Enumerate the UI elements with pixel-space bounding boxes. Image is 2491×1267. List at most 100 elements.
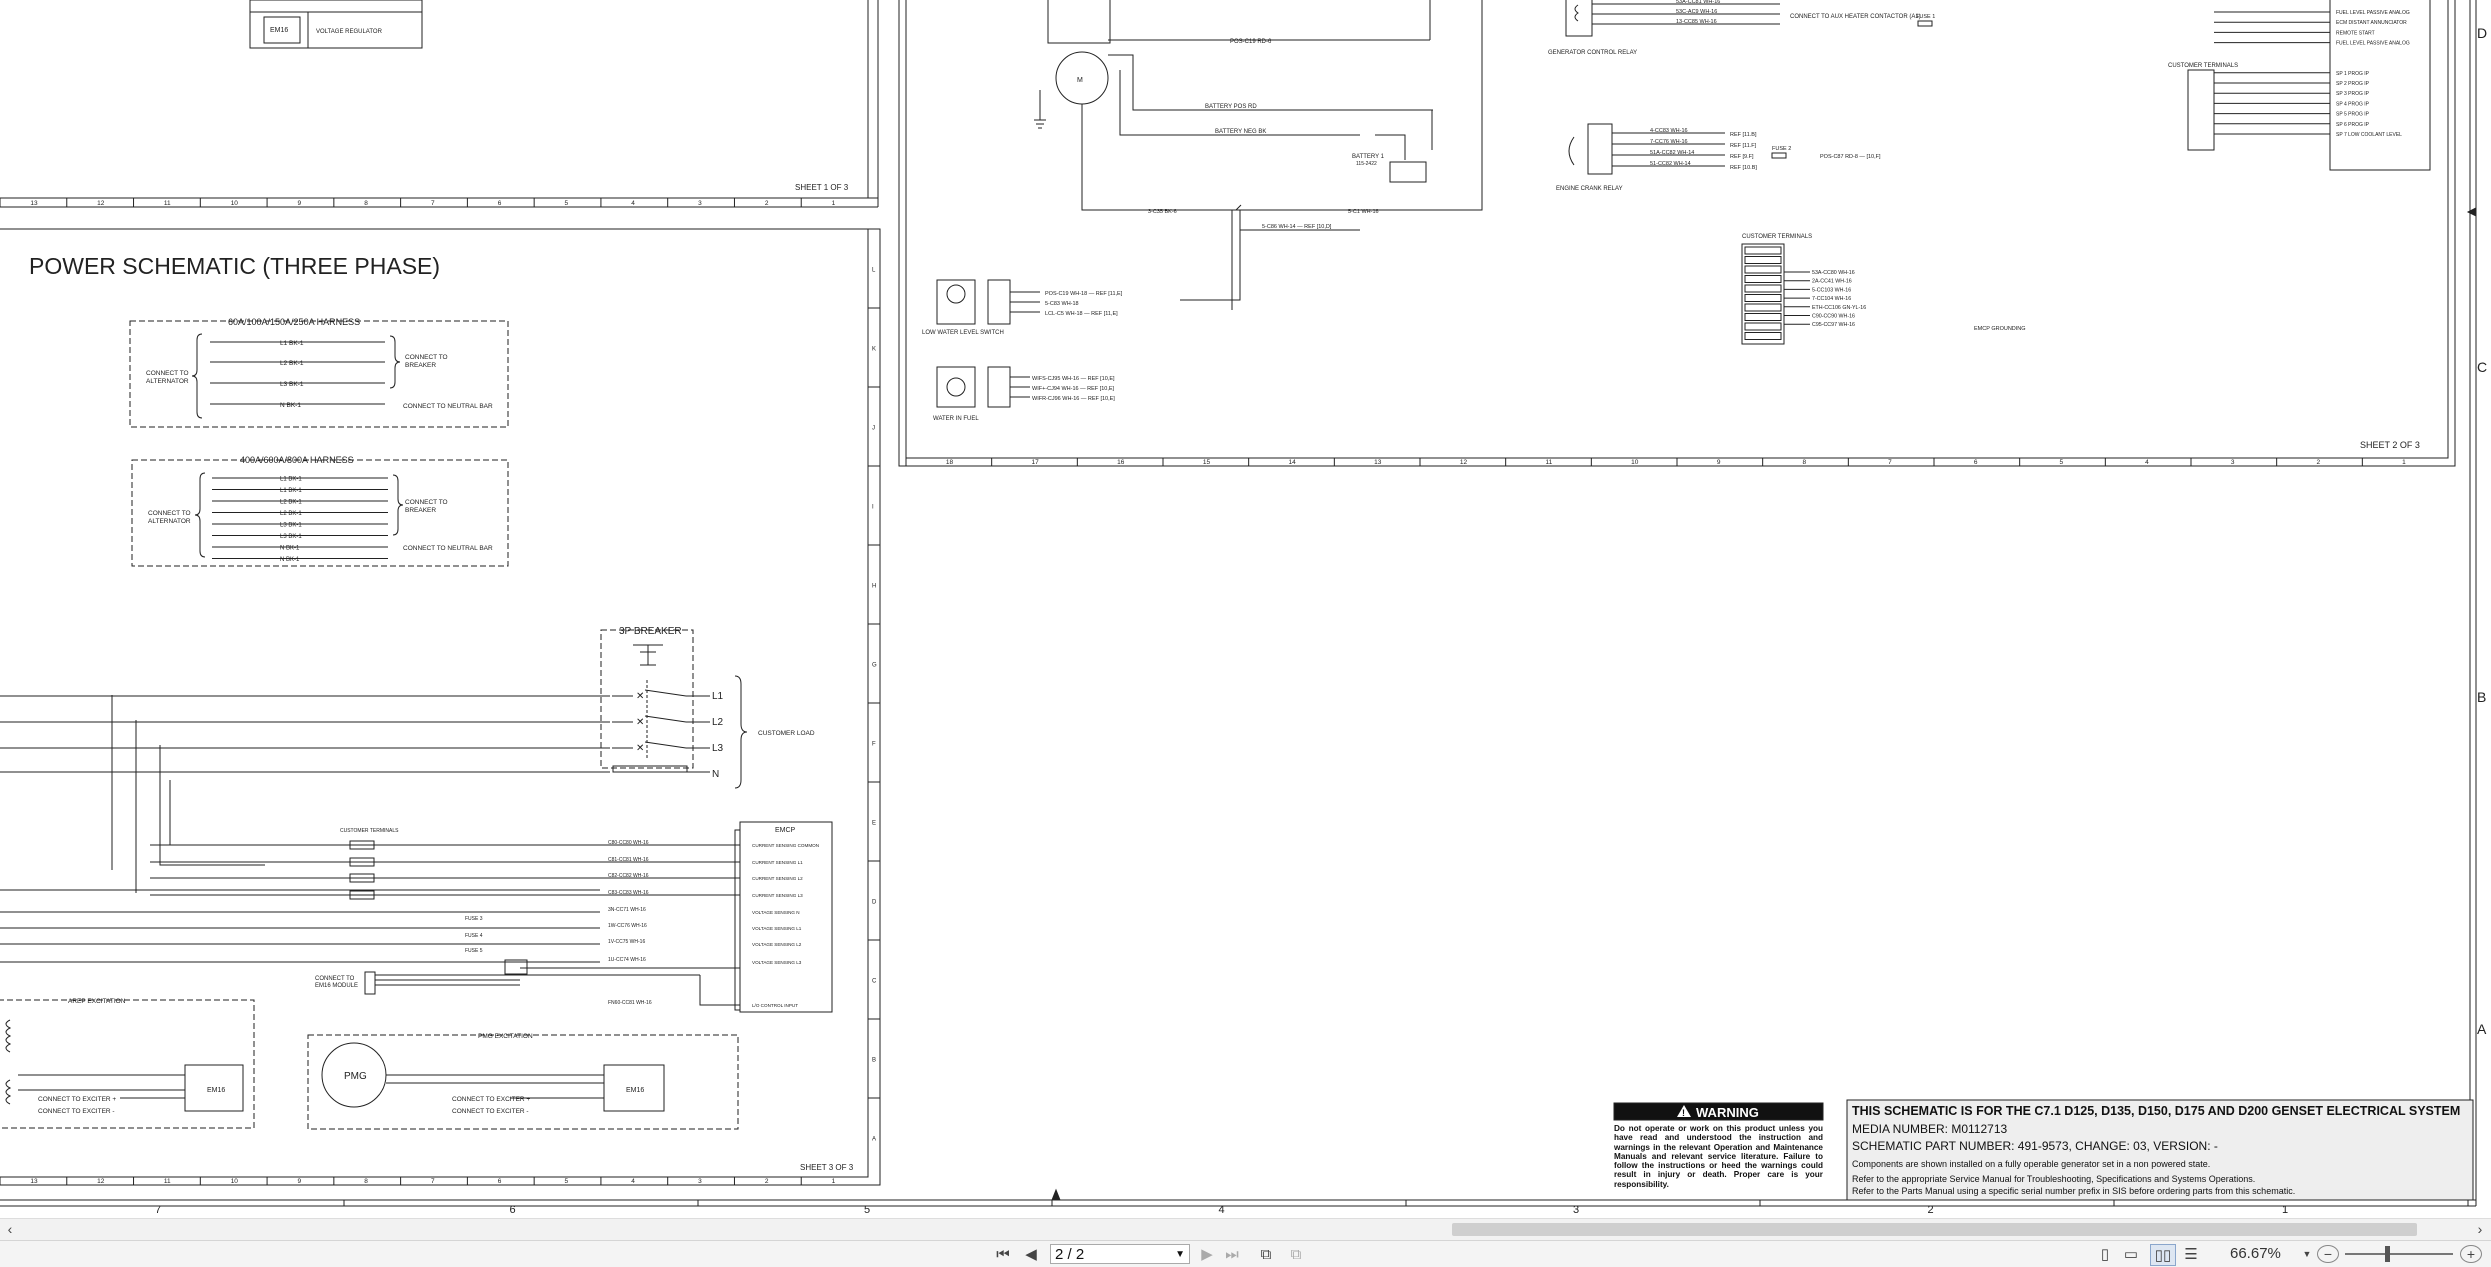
svg-text:EM16 MODULE: EM16 MODULE	[315, 983, 358, 989]
ct2-wire-label: C90-CC90 WH-16	[1812, 314, 1855, 320]
zoom-slider-handle[interactable]	[2385, 1246, 2390, 1262]
page-dropdown-icon[interactable]: ▼	[1175, 1245, 1185, 1265]
ruler-number: 4	[2145, 459, 2149, 466]
frame-row-letter: A	[2477, 1021, 2487, 1037]
svg-text:CONNECT TO: CONNECT TO	[405, 354, 448, 361]
frame-row-letter: C	[2477, 359, 2487, 375]
side-letter: E	[872, 821, 876, 827]
ct2-wire-label: 2A-CC41 WH-16	[1812, 279, 1852, 285]
svg-text:WIF+-CJ94 WH-16 — REF [10,E]: WIF+-CJ94 WH-16 — REF [10,E]	[1032, 386, 1115, 392]
scroll-left-icon[interactable]: ‹	[2, 1219, 18, 1239]
ct-wire-label: C80-CC80 WH-16	[608, 840, 649, 846]
svg-text:✕: ✕	[636, 691, 644, 702]
ruler-number: 4	[631, 200, 635, 207]
customer-terminals-label: CUSTOMER TERMINALS	[340, 828, 399, 834]
ruler-number: 18	[946, 459, 954, 466]
ruler-number: 11	[164, 200, 171, 207]
fuse1-label: FUSE 1	[1916, 14, 1935, 20]
customer-load-label: CUSTOMER LOAD	[758, 730, 815, 737]
document-viewport: EM16 VOLTAGE REGULATOR SHEET 1 OF 3 13 12…	[0, 0, 2491, 1218]
copy-page-icon[interactable]: ⧉	[1255, 1244, 1277, 1264]
scroll-right-icon[interactable]: ›	[2472, 1219, 2488, 1239]
previous-page-icon[interactable]: ◀	[1022, 1244, 1040, 1264]
svg-text:CONNECT TO: CONNECT TO	[148, 510, 191, 517]
pmg-excitation: PMG EXCITATION PMG EM16 CONNECT TO EXCIT…	[307, 1033, 739, 1130]
sheet1-bottom-ruler: 13 12 11 10 9 8 7 6 5 4 3 2 1	[0, 198, 836, 207]
zoom-dropdown-icon[interactable]: ▼	[2300, 1244, 2314, 1264]
sheet-3: POWER SCHEMATIC (THREE PHASE) 60A/100A/1…	[0, 228, 881, 1186]
svg-text:POS-C19 WH-18 — REF [11,E]: POS-C19 WH-18 — REF [11,E]	[1045, 291, 1123, 297]
side-letter: G	[872, 663, 877, 669]
navigation-toolbar: ⏮ ◀ 2 / 2 ▼ ▶ ⏭ ⧉ ⧉ ▯ ▭ ▯▯ ☰ 66.67% ▼ − …	[0, 1240, 2491, 1267]
first-page-icon[interactable]: ⏮	[993, 1244, 1013, 1264]
breaker-title: 3P BREAKER	[619, 626, 682, 637]
sheet-1: EM16 VOLTAGE REGULATOR SHEET 1 OF 3 13 12…	[0, 0, 879, 208]
ct-wire-label: 3N-CC71 WH-16	[608, 907, 646, 913]
svg-text:ALTERNATOR: ALTERNATOR	[146, 378, 189, 385]
ruler-number: 7	[1888, 459, 1892, 466]
pos-c19-label: POS-C19 RD-6	[1230, 39, 1272, 45]
io-list-item: SP 7 LOW COOLANT LEVEL	[2336, 132, 2402, 138]
ref-label: REF [10.B]	[1730, 165, 1757, 171]
io-list-item: ECM DISTANT ANNUNCIATOR	[2336, 20, 2407, 26]
bookmark-view-icon[interactable]: ☰	[2182, 1244, 2200, 1264]
horizontal-scrollbar[interactable]: ‹ ›	[0, 1218, 2491, 1241]
three-pole-breaker: 3P BREAKER ✕ ✕ ✕ L1 L2 L3 N CUSTOMER LOA…	[0, 626, 815, 789]
phase-n-label: N	[712, 769, 719, 780]
io-list-item: SP 4 PROG IP	[2336, 101, 2370, 107]
zoom-in-icon[interactable]: +	[2460, 1245, 2482, 1263]
io-list-item: FUEL LEVEL PASSIVE ANALOG	[2336, 10, 2410, 16]
sheet2-customer-terminals: CUSTOMER TERMINALS	[1742, 234, 1812, 240]
fuse3: FUSE 3	[465, 916, 483, 922]
svg-text:3-C35 BK-6: 3-C35 BK-6	[1148, 209, 1177, 215]
last-page-icon[interactable]: ⏭	[1222, 1244, 1242, 1264]
svg-text:ALTERNATOR: ALTERNATOR	[148, 518, 191, 525]
ruler-number: 1	[832, 200, 836, 207]
harness1-wire-3: L3 BK-1	[280, 381, 304, 388]
io-list-item: SP 2 PROG IP	[2336, 81, 2370, 87]
two-page-view-icon[interactable]: ▯▯	[2150, 1244, 2176, 1266]
ref-label: REF [11.B]	[1730, 132, 1757, 138]
crank-relay-label: ENGINE CRANK RELAY	[1556, 186, 1623, 192]
low-water-label: LOW WATER LEVEL SWITCH	[922, 330, 1004, 336]
ruler-number: 3	[698, 200, 702, 207]
schematic-part-number: SCHEMATIC PART NUMBER: 491-9573, CHANGE:…	[1852, 1139, 2218, 1153]
zoom-out-icon[interactable]: −	[2317, 1245, 2339, 1263]
harness2-wire: L2 BK-1	[280, 500, 302, 506]
emcp-title: EMCP	[775, 827, 796, 834]
zoom-slider[interactable]	[2345, 1246, 2453, 1262]
pmg-label: PMG	[344, 1071, 367, 1082]
svg-text:BREAKER: BREAKER	[405, 362, 436, 369]
next-page-icon[interactable]: ▶	[1198, 1244, 1216, 1264]
page-number-field[interactable]: 2 / 2 ▼	[1050, 1244, 1190, 1264]
harness2-wire: L3 BK-1	[280, 534, 302, 540]
ruler-number: 7	[431, 1178, 435, 1185]
zoom-level[interactable]: 66.67%	[2230, 1245, 2281, 1262]
harness1-left: CONNECT TO	[146, 370, 189, 377]
continuous-view-icon[interactable]: ▭	[2122, 1244, 2140, 1264]
ct-wire-label: C82-CC82 WH-16	[608, 873, 649, 879]
ct-wiring: C80-CC80 WH-16 C81-CC81 WH-16 C82-CC82 WH-…	[0, 695, 740, 1006]
harness2-wire: N BK-1	[280, 546, 300, 552]
arep-exciter-plus: CONNECT TO EXCITER +	[38, 1096, 116, 1103]
ruler-number: 8	[1803, 459, 1807, 466]
scrollbar-thumb[interactable]	[1452, 1223, 2417, 1236]
emcp-row: CURRENT SENSING COMMON	[752, 843, 819, 848]
frame-column-number: 7	[155, 1204, 161, 1216]
frame-column-number: 3	[1573, 1204, 1579, 1216]
side-letter: A	[872, 1137, 876, 1143]
svg-text:!: !	[1682, 1108, 1685, 1118]
ruler-number: 8	[364, 1178, 368, 1185]
emcp-block: EMCP CURRENT SENSING COMMON CURRENT SENSI…	[734, 821, 833, 1013]
single-page-view-icon[interactable]: ▯	[2096, 1244, 2114, 1264]
frame-column-number: 4	[1219, 1204, 1225, 1216]
extract-page-icon[interactable]: ⧉	[1285, 1244, 1307, 1264]
harness2-wire: L2 BK-1	[280, 511, 302, 517]
io-list-item: REMOTE START	[2336, 30, 2375, 36]
ruler-number: 10	[231, 1178, 239, 1185]
sheet3-label: SHEET 3 OF 3	[800, 1163, 854, 1172]
battery-neg-label: BATTERY NEG BK	[1215, 129, 1266, 135]
harness1-neutral: CONNECT TO NEUTRAL BAR	[403, 403, 493, 410]
svg-text:5-C83 WH-18: 5-C83 WH-18	[1045, 301, 1079, 307]
io-list-item: SP 1 PROG IP	[2336, 71, 2370, 77]
